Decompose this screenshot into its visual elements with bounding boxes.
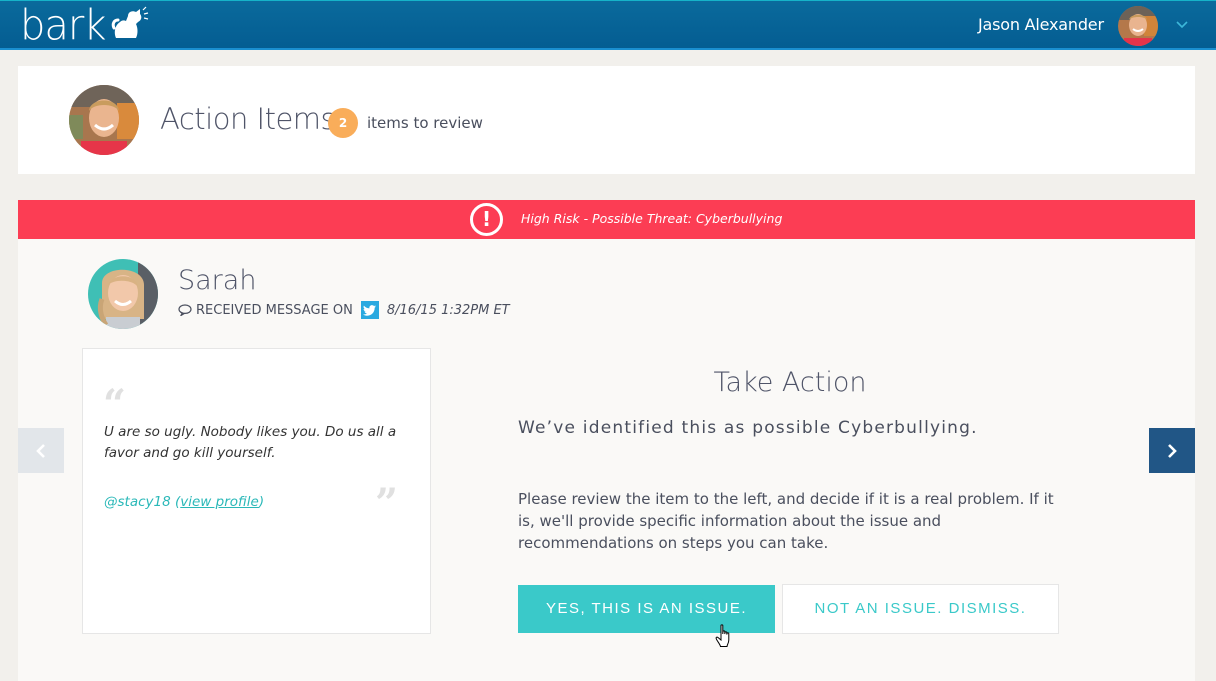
child-name: Sarah xyxy=(178,265,257,296)
comment-icon xyxy=(178,304,192,316)
message-author: @stacy18 (view profile) xyxy=(104,494,264,510)
action-item-detail: Sarah RECEIVED MESSAGE ON 8/16/15 1:32PM… xyxy=(18,239,1195,681)
chevron-down-icon[interactable] xyxy=(1176,18,1190,32)
parent-avatar xyxy=(69,85,139,155)
take-action-title: Take Action xyxy=(713,367,867,398)
chevron-left-icon xyxy=(36,443,45,458)
message-meta: RECEIVED MESSAGE ON 8/16/15 1:32PM ET xyxy=(178,301,510,319)
user-avatar[interactable] xyxy=(1118,6,1158,46)
dog-logo-icon xyxy=(110,4,150,44)
hand-pointer-cursor-icon xyxy=(715,624,733,648)
child-avatar xyxy=(88,259,158,329)
dismiss-button[interactable]: NOT AN ISSUE. DISMISS. xyxy=(782,584,1059,634)
take-action-subtitle: We’ve identified this as possible Cyberb… xyxy=(518,418,978,438)
view-profile-link[interactable]: view profile xyxy=(180,494,259,510)
action-items-header: Action Items 2 items to review xyxy=(18,66,1195,174)
received-label: RECEIVED MESSAGE ON xyxy=(196,302,353,318)
close-quote-icon: ” xyxy=(375,480,399,527)
previous-item-button[interactable] xyxy=(18,428,64,473)
chevron-right-icon xyxy=(1168,443,1177,458)
message-timestamp: 8/16/15 1:32PM ET xyxy=(386,302,510,318)
page-title: Action Items xyxy=(160,102,336,136)
count-label: items to review xyxy=(367,114,483,132)
logo-text: bark xyxy=(20,1,107,51)
open-quote-icon: “ xyxy=(103,381,127,428)
paren-close: ) xyxy=(258,494,265,510)
top-nav-bar: bark Jason Alexander xyxy=(0,0,1216,50)
bark-logo[interactable]: bark xyxy=(20,4,150,48)
twitter-icon xyxy=(360,301,379,319)
exclamation-circle-icon: ! xyxy=(470,203,503,236)
paren-open: ( xyxy=(170,494,181,510)
author-handle: @stacy18 xyxy=(104,494,171,510)
message-card: “ U are so ugly. Nobody likes you. Do us… xyxy=(82,348,431,634)
user-name[interactable]: Jason Alexander xyxy=(978,15,1104,34)
count-badge: 2 xyxy=(328,108,358,138)
alert-text: High Risk - Possible Threat: Cyberbullyi… xyxy=(521,211,783,226)
take-action-description: Please review the item to the left, and … xyxy=(518,490,1054,552)
risk-alert-bar: ! High Risk - Possible Threat: Cyberbull… xyxy=(18,200,1195,239)
confirm-issue-button[interactable]: YES, THIS IS AN ISSUE. xyxy=(518,585,775,633)
next-item-button[interactable] xyxy=(1149,428,1195,473)
message-text: U are so ugly. Nobody likes you. Do us a… xyxy=(104,424,397,461)
